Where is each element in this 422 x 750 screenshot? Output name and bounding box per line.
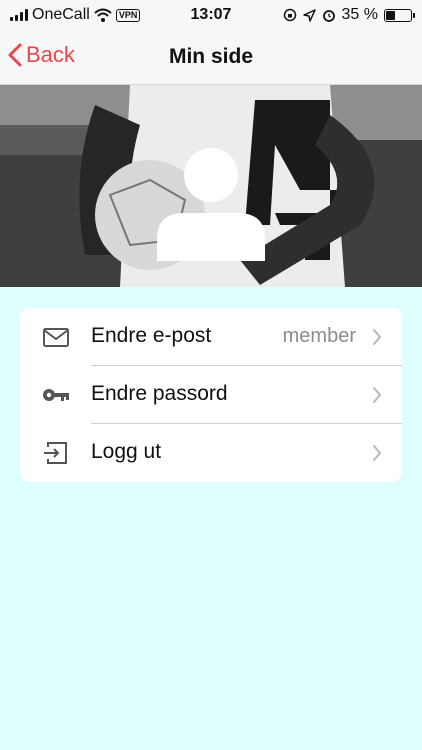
location-icon — [302, 8, 316, 22]
status-bar: OneCall VPN 13:07 35 % — [0, 0, 422, 30]
logout-row[interactable]: Logg ut — [20, 424, 402, 482]
battery-percent: 35 % — [341, 6, 378, 23]
rotation-lock-icon — [283, 8, 296, 22]
key-icon — [43, 389, 69, 401]
email-value: member — [282, 325, 356, 347]
change-email-label: Endre e-post — [91, 324, 212, 347]
page-title: Min side — [168, 45, 253, 68]
settings-card: Endre e-post member Endre passord Logg u… — [20, 308, 402, 482]
profile-header-image — [0, 85, 422, 287]
change-email-row[interactable]: Endre e-post member — [20, 308, 402, 366]
logout-label: Logg ut — [91, 440, 162, 463]
chevron-right-icon — [373, 387, 382, 403]
chevron-right-icon — [373, 445, 382, 461]
status-right: 35 % — [283, 6, 415, 24]
avatar-placeholder-icon[interactable] — [154, 147, 268, 263]
chevron-right-icon — [373, 329, 382, 345]
logout-icon — [44, 442, 67, 464]
change-password-row[interactable]: Endre passord — [20, 366, 402, 424]
alarm-icon — [322, 10, 335, 22]
envelope-icon — [43, 328, 69, 347]
battery-icon — [384, 8, 415, 22]
change-password-label: Endre passord — [91, 382, 228, 405]
navigation-bar: Back Min side — [0, 30, 422, 85]
